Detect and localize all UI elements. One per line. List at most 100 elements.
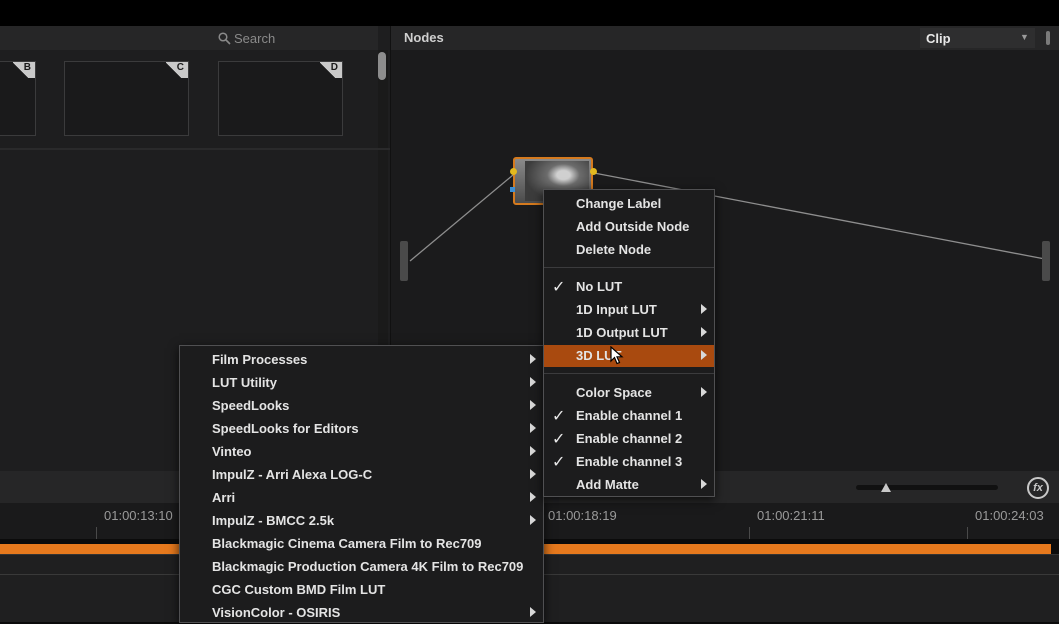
menu-item-label: LUT Utility (212, 375, 277, 390)
menu-item-label: Arri (212, 490, 236, 505)
menu-item-lut-utility[interactable]: LUT Utility (180, 372, 543, 394)
menu-item-label: 1D Input LUT (576, 302, 657, 317)
menu-item-add-outside-node[interactable]: Add Outside Node (544, 216, 714, 238)
checkmark-icon: ✓ (552, 454, 566, 471)
menu-item-label: Add Matte (576, 477, 639, 492)
chevron-right-icon (701, 350, 707, 360)
menu-item-label: No LUT (576, 279, 623, 294)
menu-item-label: Delete Node (576, 242, 652, 257)
chevron-down-icon: ▼ (1020, 32, 1029, 42)
still-b[interactable]: B (0, 61, 36, 136)
menu-item-label: Vinteo (212, 444, 252, 459)
menu-item-label: Blackmagic Production Camera 4K Film to … (212, 559, 524, 574)
nodes-title: Nodes (404, 30, 444, 45)
source-input-handle[interactable] (400, 241, 408, 281)
chevron-right-icon (530, 469, 536, 479)
chevron-right-icon (530, 492, 536, 502)
node-input-dot[interactable] (510, 168, 517, 175)
menu-separator (544, 267, 714, 268)
menu-item-enable-channel-3[interactable]: ✓ Enable channel 3 (544, 451, 714, 473)
timecode-4: 01:00:24:03 (975, 508, 1044, 523)
menu-item-label: ImpulZ - Arri Alexa LOG-C (212, 467, 373, 482)
chevron-right-icon (530, 400, 536, 410)
still-d[interactable]: D (218, 61, 343, 136)
chevron-right-icon (530, 354, 536, 364)
timecode-1: 01:00:13:10 (104, 508, 173, 523)
timecode-2: 01:00:18:19 (548, 508, 617, 523)
menu-item-1d-input-lut[interactable]: 1D Input LUT (544, 299, 714, 321)
menu-item-label: VisionColor - OSIRIS (212, 605, 341, 620)
node-mode-value: Clip (926, 31, 951, 46)
node-context-menu: Change Label Add Outside Node Delete Nod… (543, 189, 715, 497)
menu-item-label: Color Space (576, 385, 652, 400)
menu-item-label: Enable channel 3 (576, 454, 683, 469)
menu-item-add-matte[interactable]: Add Matte (544, 474, 714, 496)
menu-item-impulz-alexa[interactable]: ImpulZ - Arri Alexa LOG-C (180, 464, 543, 486)
menu-item-label: Film Processes (212, 352, 308, 367)
menu-item-film-processes[interactable]: Film Processes (180, 349, 543, 371)
top-bar (0, 0, 1059, 26)
search-placeholder: Search (234, 31, 276, 46)
menu-item-label: CGC Custom BMD Film LUT (212, 582, 386, 597)
chevron-right-icon (530, 607, 536, 617)
menu-item-speedlooks[interactable]: SpeedLooks (180, 395, 543, 417)
menu-item-bmpc-4k-film-rec709[interactable]: Blackmagic Production Camera 4K Film to … (180, 556, 543, 578)
still-c[interactable]: C (64, 61, 189, 136)
menu-item-label: Enable channel 1 (576, 408, 683, 423)
chevron-right-icon (530, 423, 536, 433)
chevron-right-icon (701, 479, 707, 489)
menu-separator (544, 373, 714, 374)
gallery-divider (0, 148, 390, 150)
chevron-right-icon (701, 304, 707, 314)
menu-item-label: Enable channel 2 (576, 431, 683, 446)
menu-item-label: SpeedLooks for Editors (212, 421, 359, 436)
chevron-right-icon (530, 377, 536, 387)
mouse-cursor-icon (610, 346, 624, 365)
menu-item-label: ImpulZ - BMCC 2.5k (212, 513, 335, 528)
menu-item-bmcc-film-rec709[interactable]: Blackmagic Cinema Camera Film to Rec709 (180, 533, 543, 555)
menu-item-label: SpeedLooks (212, 398, 290, 413)
menu-item-label: 1D Output LUT (576, 325, 668, 340)
menu-item-label: Add Outside Node (576, 219, 690, 234)
nodes-scrollbar[interactable] (1042, 28, 1054, 48)
menu-item-speedlooks-editors[interactable]: SpeedLooks for Editors (180, 418, 543, 440)
menu-item-vinteo[interactable]: Vinteo (180, 441, 543, 463)
menu-item-enable-channel-1[interactable]: ✓ Enable channel 1 (544, 405, 714, 427)
fx-icon[interactable]: fx (1027, 477, 1049, 499)
connection-input (409, 174, 514, 262)
output-handle[interactable] (1042, 241, 1050, 281)
still-label-c: C (166, 62, 188, 78)
checkmark-icon: ✓ (552, 279, 566, 296)
ruler-tick (96, 527, 97, 539)
menu-item-1d-output-lut[interactable]: 1D Output LUT (544, 322, 714, 344)
ruler-tick (967, 527, 968, 539)
menu-item-label: Change Label (576, 196, 662, 211)
chevron-right-icon (701, 327, 707, 337)
node-output-dot[interactable] (590, 168, 597, 175)
chevron-right-icon (701, 387, 707, 397)
still-label-b: B (13, 62, 35, 78)
lut-submenu: Film Processes LUT Utility SpeedLooks Sp… (179, 345, 544, 623)
menu-item-no-lut[interactable]: ✓ No LUT (544, 276, 714, 298)
node-key-input[interactable] (510, 187, 515, 192)
zoom-slider-thumb[interactable] (881, 483, 891, 492)
timecode-3: 01:00:21:11 (757, 508, 825, 523)
search-icon (218, 32, 231, 45)
search-input[interactable]: Search (213, 30, 373, 47)
still-label-d: D (320, 62, 342, 78)
menu-item-3d-lut[interactable]: 3D LUT (544, 345, 714, 367)
menu-item-label: Blackmagic Cinema Camera Film to Rec709 (212, 536, 482, 551)
zoom-slider[interactable] (856, 485, 998, 490)
menu-item-enable-channel-2[interactable]: ✓ Enable channel 2 (544, 428, 714, 450)
checkmark-icon: ✓ (552, 431, 566, 448)
menu-item-change-label[interactable]: Change Label (544, 193, 714, 215)
menu-item-cgc-custom-lut[interactable]: CGC Custom BMD Film LUT (180, 579, 543, 601)
ruler-tick (749, 527, 750, 539)
menu-item-delete-node[interactable]: Delete Node (544, 239, 714, 261)
menu-item-color-space[interactable]: Color Space (544, 382, 714, 404)
menu-item-arri[interactable]: Arri (180, 487, 543, 509)
gallery-scroll-thumb[interactable] (378, 52, 386, 80)
chevron-right-icon (530, 446, 536, 456)
menu-item-impulz-bmcc[interactable]: ImpulZ - BMCC 2.5k (180, 510, 543, 532)
checkmark-icon: ✓ (552, 408, 566, 425)
